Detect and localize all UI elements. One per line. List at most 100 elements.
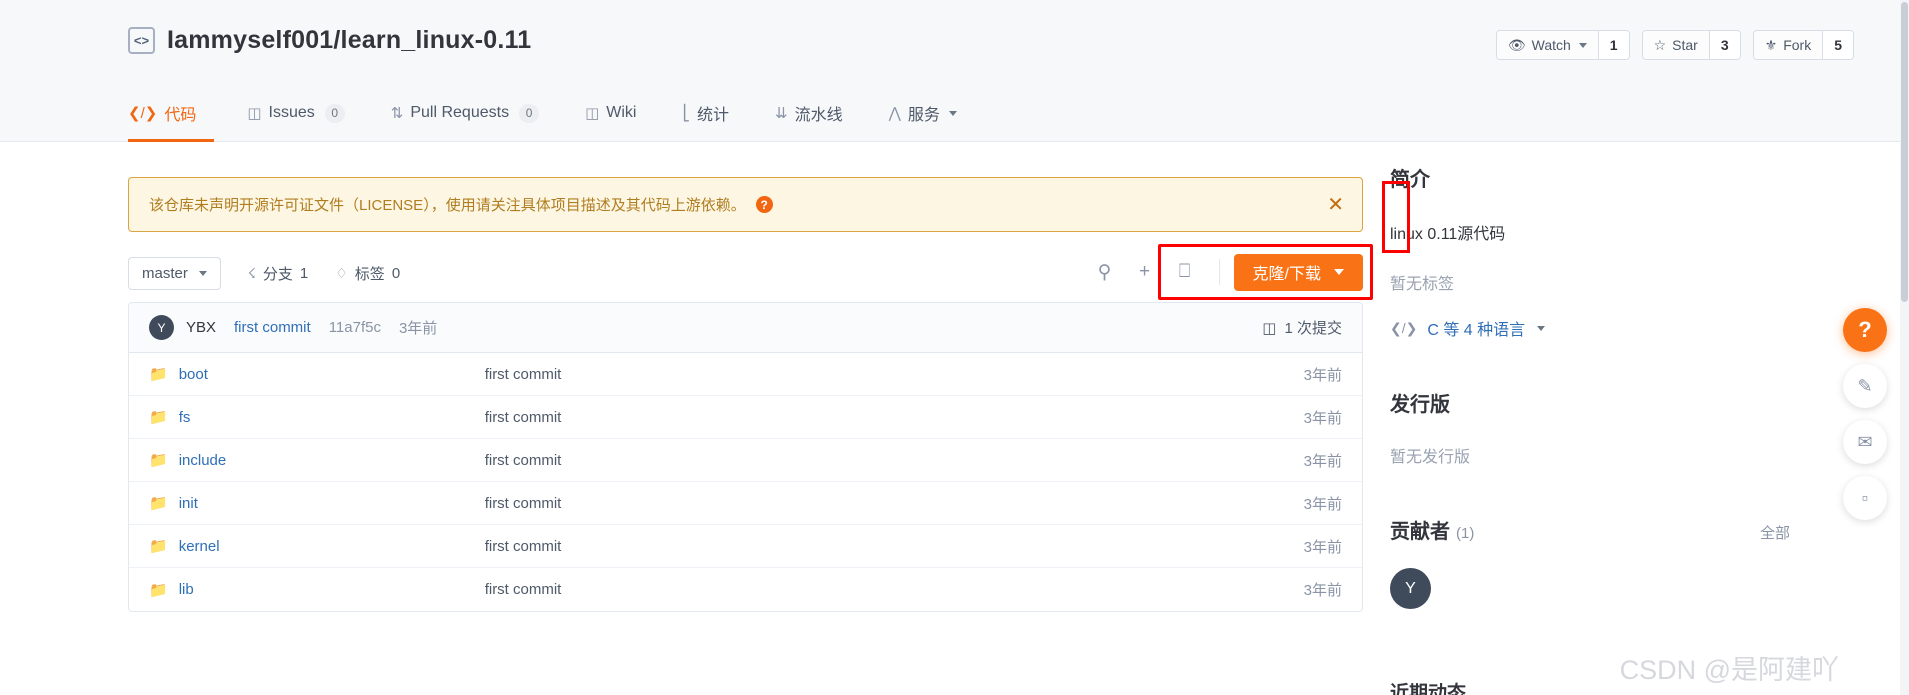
repo-sidebar: 简介 linux 0.11源代码 暂无标签 ❮/❯ C 等 4 种语言 发行版 … <box>1382 163 1790 609</box>
chevron-down-icon <box>1537 325 1546 331</box>
repo-nav: ❮/❯ 代码 ◫ Issues 0 ⇅ Pull Requests 0 ◫ Wi… <box>128 82 980 142</box>
pull-request-icon: ⇅ <box>390 105 404 122</box>
file-commit-message: first commit <box>484 581 562 598</box>
repo-header: <> Iammyself001/learn_linux-0.11 👁 Watch… <box>0 0 1909 142</box>
tags-link[interactable]: ♢ 标签 0 <box>335 263 400 284</box>
file-time: 3年前 <box>1303 582 1342 599</box>
question-mark-icon[interactable]: ? <box>755 196 773 213</box>
help-button[interactable]: ? <box>1843 308 1887 352</box>
branch-name: master <box>142 264 188 282</box>
pull-requests-count-badge: 0 <box>519 103 540 123</box>
watch-button-group[interactable]: 👁 Watch 1 <box>1495 30 1630 60</box>
code-icon: ❮/❯ <box>128 105 158 122</box>
star-icon: ☆ <box>1653 36 1667 53</box>
star-count[interactable]: 3 <box>1709 31 1740 59</box>
page-scrollbar[interactable] <box>1900 0 1909 695</box>
fork-count[interactable]: 5 <box>1823 31 1853 59</box>
language-selector[interactable]: ❮/❯ C 等 4 种语言 <box>1390 316 1790 340</box>
file-name[interactable]: kernel <box>179 538 485 555</box>
toolbar-divider <box>1218 259 1220 285</box>
tab-wiki[interactable]: ◫ Wiki <box>562 84 659 142</box>
commit-message[interactable]: first commit <box>234 319 311 336</box>
commit-author[interactable]: YBX <box>186 319 216 336</box>
activity-title: 近期动态 <box>1390 683 1467 695</box>
folder-icon: 📁 <box>149 452 168 469</box>
file-name[interactable]: boot <box>179 366 485 383</box>
page-title[interactable]: Iammyself001/learn_linux-0.11 <box>167 26 531 55</box>
issue-icon: ◫ <box>247 105 262 122</box>
table-row[interactable]: 📁 include first commit 3年前 <box>129 439 1362 482</box>
watermark: CSDN @是阿建吖 <box>1619 655 1839 685</box>
language-label: C 等 4 种语言 <box>1427 322 1526 339</box>
chevron-down-icon <box>1334 269 1344 275</box>
contributors-title-label: 贡献者 <box>1390 521 1450 543</box>
star-button-group[interactable]: ☆ Star 3 <box>1641 30 1741 60</box>
fork-button-group[interactable]: ⚜ Fork 5 <box>1752 30 1854 60</box>
watch-count[interactable]: 1 <box>1598 31 1629 59</box>
tab-pipeline-label: 流水线 <box>794 107 843 124</box>
commit-count-label: 1 次提交 <box>1284 320 1342 337</box>
chevron-down-icon <box>198 270 207 276</box>
file-commit-message: first commit <box>484 494 562 512</box>
file-name[interactable]: fs <box>179 409 485 426</box>
file-time: 3年前 <box>1303 495 1342 513</box>
file-name[interactable]: include <box>179 452 485 469</box>
chat-icon[interactable]: ▫ <box>1843 476 1887 520</box>
fork-icon: ⚜ <box>1764 36 1778 53</box>
scrollbar-thumb[interactable] <box>1901 2 1908 302</box>
repo-actions: 👁 Watch 1 ☆ Star 3 ⚜ Fork 5 <box>1495 30 1854 60</box>
search-icon[interactable]: ⚲ <box>1085 252 1125 292</box>
commit-sha[interactable]: 11a7f5c <box>329 319 381 336</box>
branches-link[interactable]: ☇ 分支 1 <box>248 263 308 284</box>
tab-code[interactable]: ❮/❯ 代码 <box>128 84 224 142</box>
star-button[interactable]: ☆ Star <box>1642 31 1710 59</box>
floating-action-rail: ? ✎ ✉ ▫ <box>1843 308 1887 520</box>
commit-count[interactable]: ◫ 1 次提交 <box>1262 317 1342 338</box>
tab-pull-requests[interactable]: ⇅ Pull Requests 0 <box>368 84 562 142</box>
about-title: 简介 <box>1390 169 1430 191</box>
branch-selector[interactable]: master <box>128 256 221 290</box>
plus-icon[interactable]: + <box>1125 252 1165 292</box>
tab-code-label: 代码 <box>164 107 197 124</box>
pipeline-icon: ⇊ <box>774 105 788 122</box>
branches-label: 分支 <box>262 265 293 283</box>
tab-stats[interactable]: ⎣ 统计 <box>659 84 752 142</box>
file-table: Y YBX first commit 11a7f5c 3年前 ◫ 1 次提交 📁… <box>128 302 1363 612</box>
license-banner: 该仓库未声明开源许可证文件（LICENSE），使用请关注具体项目描述及其代码上游… <box>128 177 1363 232</box>
file-commit-message: first commit <box>484 451 562 469</box>
releases-title: 发行版 <box>1390 394 1450 416</box>
mail-icon[interactable]: ✉ <box>1843 420 1887 464</box>
contributor-avatar[interactable]: Y <box>1390 568 1431 609</box>
table-row[interactable]: 📁 lib first commit 3年前 <box>129 568 1362 611</box>
file-commit-message: first commit <box>484 537 562 555</box>
chevron-down-icon <box>1578 42 1587 48</box>
table-row[interactable]: 📁 fs first commit 3年前 <box>129 396 1362 439</box>
file-name[interactable]: init <box>179 495 485 512</box>
edit-icon[interactable]: ✎ <box>1843 364 1887 408</box>
tags-count: 0 <box>391 264 401 282</box>
tab-service[interactable]: ⋀ 服务 <box>866 84 980 142</box>
main-column: 该仓库未声明开源许可证文件（LICENSE），使用请关注具体项目描述及其代码上游… <box>128 163 1373 612</box>
table-row[interactable]: 📁 kernel first commit 3年前 <box>129 525 1362 568</box>
file-name[interactable]: lib <box>179 581 485 598</box>
watch-button[interactable]: 👁 Watch <box>1496 31 1599 59</box>
tab-pull-requests-label: Pull Requests <box>410 104 510 121</box>
folder-icon: 📁 <box>149 409 168 426</box>
branch-icon: ☇ <box>247 264 256 281</box>
folder-icon: 📁 <box>149 366 168 383</box>
table-row[interactable]: 📁 init first commit 3年前 <box>129 482 1362 525</box>
table-row[interactable]: 📁 boot first commit 3年前 <box>129 353 1362 396</box>
contributors-all-link[interactable]: 全部 <box>1760 522 1790 543</box>
branches-count: 1 <box>299 264 309 282</box>
monitor-icon[interactable]: ⎕ <box>1165 252 1205 292</box>
file-time: 3年前 <box>1303 409 1342 427</box>
repo-description: linux 0.11源代码 <box>1390 226 1506 243</box>
tab-pipeline[interactable]: ⇊ 流水线 <box>752 84 866 142</box>
chevron-down-icon <box>948 110 957 116</box>
clone-download-button[interactable]: 克隆/下载 <box>1233 253 1363 291</box>
close-icon[interactable]: ✕ <box>1327 195 1344 215</box>
fork-button[interactable]: ⚜ Fork <box>1753 31 1824 59</box>
avatar[interactable]: Y <box>149 315 174 340</box>
tab-issues[interactable]: ◫ Issues 0 <box>224 84 367 142</box>
star-label: Star <box>1672 37 1698 53</box>
